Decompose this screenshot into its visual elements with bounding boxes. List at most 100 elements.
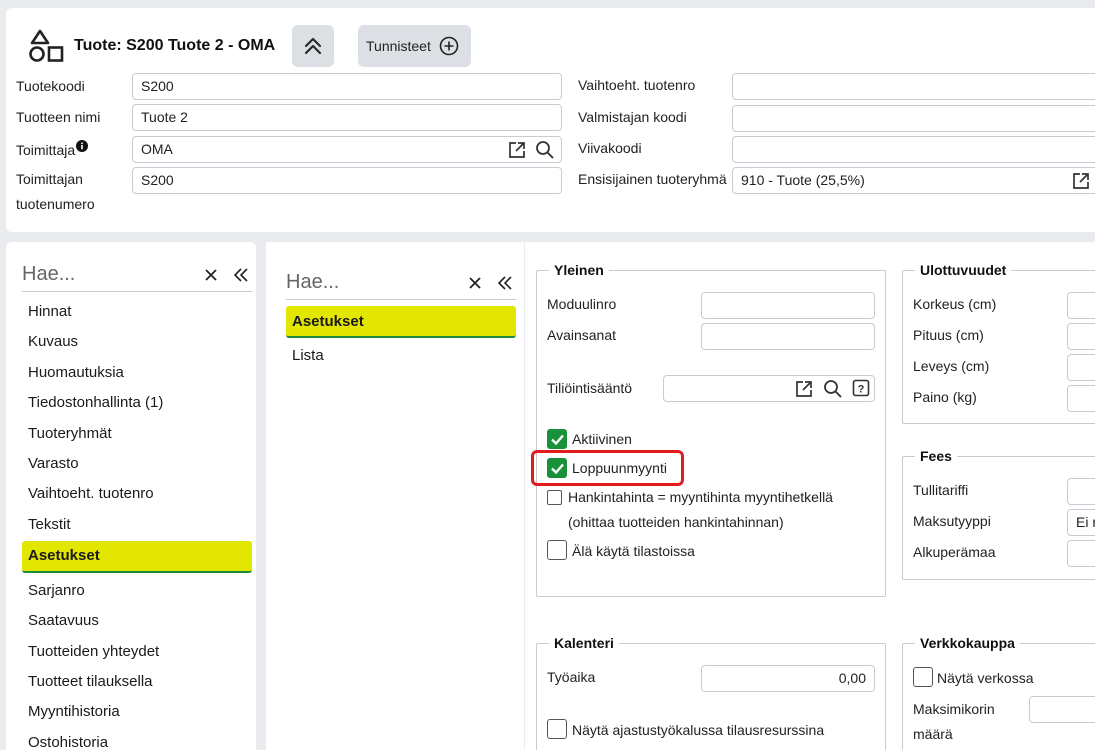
- nav-item-varasto[interactable]: Varasto: [22, 449, 252, 479]
- alkuperamaa-input[interactable]: [1067, 540, 1095, 567]
- tags-button[interactable]: Tunnisteet: [358, 25, 471, 67]
- ensisijainen-tuoteryhma-input[interactable]: 910 - Tuote (25,5%): [732, 167, 1095, 194]
- product-header: Tuote: S200 Tuote 2 - OMA Tunnisteet Tuo…: [6, 8, 1095, 232]
- clear-sub-search-button[interactable]: [464, 272, 486, 294]
- maksutyyppi-label: Maksutyyppi: [913, 513, 991, 529]
- settings-subnav: Hae... Asetukset Lista: [266, 242, 524, 750]
- search-icon[interactable]: [823, 379, 843, 399]
- nav-item-saatavuus[interactable]: Saatavuus: [22, 606, 252, 636]
- sub-search-input[interactable]: Hae...: [286, 271, 456, 294]
- tyoaika-label: Työaika: [547, 669, 596, 685]
- aktiivinen-label: Aktiivinen: [572, 431, 632, 447]
- tuotteen-nimi-input[interactable]: Tuote 2: [132, 104, 562, 131]
- pituus-input[interactable]: [1067, 323, 1095, 350]
- tuotekoodi-input[interactable]: S200: [132, 73, 562, 100]
- ulottuvuudet-legend: Ulottuvuudet: [920, 262, 1007, 278]
- nav-item-asetukset[interactable]: Asetukset: [22, 541, 252, 573]
- page-title: Tuote: S200 Tuote 2 - OMA: [74, 37, 276, 54]
- field-label-tuotenumero: tuotenumero: [16, 196, 95, 212]
- tilasto-label: Älä käytä tilastoissa: [572, 543, 695, 559]
- field-label-valmistajan-koodi: Valmistajan koodi: [578, 109, 687, 125]
- subnav-item-asetukset[interactable]: Asetukset: [286, 306, 516, 338]
- maksimikorin-label: Maksimikorin: [913, 701, 995, 717]
- nav-item-ostohistoria[interactable]: Ostohistoria: [22, 728, 252, 750]
- nav-item-tuoteryhmat[interactable]: Tuoteryhmät: [22, 419, 252, 449]
- collapse-header-button[interactable]: [292, 25, 334, 67]
- toimittajan-tuotenumero-input[interactable]: S200: [132, 167, 562, 194]
- open-external-icon[interactable]: [1071, 171, 1091, 191]
- settings-content: Yleinen Moduulinro Avainsanat Tiliöintis…: [525, 242, 1095, 750]
- field-label-ensisijainen-tuoteryhma: Ensisijainen tuoteryhmä: [578, 171, 727, 187]
- maksutyyppi-select[interactable]: Ei m: [1067, 509, 1095, 536]
- nav-item-tuotteet-tilauksella[interactable]: Tuotteet tilauksella: [22, 667, 252, 697]
- open-external-icon[interactable]: [794, 379, 814, 399]
- moduulinro-input[interactable]: [701, 292, 875, 319]
- search-icon[interactable]: [535, 140, 555, 160]
- leveys-input[interactable]: [1067, 354, 1095, 381]
- fees-legend: Fees: [920, 448, 952, 464]
- tullitariffi-label: Tullitariffi: [913, 482, 969, 498]
- info-icon[interactable]: [76, 140, 89, 152]
- nav-item-vaihtoeht-tuotenro[interactable]: Vaihtoeht. tuotenro: [22, 479, 252, 509]
- toimittaja-input[interactable]: OMA: [132, 136, 562, 163]
- leveys-label: Leveys (cm): [913, 358, 990, 374]
- open-external-icon[interactable]: [507, 140, 527, 160]
- tullitariffi-input[interactable]: [1067, 478, 1095, 505]
- double-chevron-left-icon: [233, 267, 248, 282]
- sub-search-row: Hae...: [286, 266, 516, 300]
- field-label-tuotekoodi: Tuotekoodi: [16, 78, 85, 94]
- viivakoodi-input[interactable]: [732, 136, 1095, 163]
- left-search-input[interactable]: Hae...: [22, 263, 192, 286]
- product-shapes-icon: [29, 29, 64, 62]
- help-icon[interactable]: ?: [852, 379, 870, 397]
- nayta-verkossa-checkbox[interactable]: [913, 667, 933, 687]
- nayta-verkossa-label: Näytä verkossa: [937, 670, 1034, 686]
- verkkokauppa-legend: Verkkokauppa: [920, 635, 1015, 651]
- nav-item-tekstit[interactable]: Tekstit: [22, 510, 252, 540]
- nav-item-myyntihistoria[interactable]: Myyntihistoria: [22, 697, 252, 727]
- collapse-nav-button[interactable]: [230, 264, 252, 286]
- ajastus-label: Näytä ajastustyökalussa tilausresurssina: [572, 722, 825, 738]
- field-label-toimittaja: Toimittaja: [16, 138, 89, 163]
- left-search-row: Hae...: [22, 258, 252, 292]
- nav-item-kuvaus[interactable]: Kuvaus: [22, 327, 252, 357]
- tilasto-checkbox[interactable]: [547, 540, 567, 560]
- close-icon: [469, 276, 481, 289]
- double-chevron-up-icon: [304, 37, 322, 55]
- title-row: Tuote: S200 Tuote 2 - OMA: [28, 24, 275, 68]
- clear-search-button[interactable]: [200, 264, 222, 286]
- toimittaja-value: OMA: [141, 141, 173, 157]
- kalenteri-legend: Kalenteri: [554, 635, 614, 651]
- ajastus-checkbox[interactable]: [547, 719, 567, 739]
- nav-item-tuotteiden-yhteydet[interactable]: Tuotteiden yhteydet: [22, 637, 252, 667]
- add-circle-icon: [439, 36, 459, 56]
- avainsanat-input[interactable]: [701, 323, 875, 350]
- valmistajan-koodi-input[interactable]: [732, 105, 1095, 132]
- tags-button-label: Tunnisteet: [366, 38, 431, 54]
- pituus-label: Pituus (cm): [913, 327, 984, 343]
- field-label-viivakoodi: Viivakoodi: [578, 140, 642, 156]
- loppuunmyynti-highlight: [531, 450, 684, 486]
- korkeus-input[interactable]: [1067, 292, 1095, 319]
- hankintahinta-checkbox[interactable]: [547, 490, 562, 505]
- aktiivinen-checkbox[interactable]: [547, 429, 567, 449]
- tyoaika-input[interactable]: 0,00: [701, 665, 875, 692]
- left-navigation: Hae... Hinnat Kuvaus Huomautuksia Tiedos…: [6, 242, 256, 750]
- nav-item-tiedostonhallinta[interactable]: Tiedostonhallinta (1): [22, 388, 252, 418]
- tiliointisaanto-input[interactable]: ?: [663, 375, 875, 402]
- double-chevron-left-icon: [497, 275, 512, 290]
- avainsanat-label: Avainsanat: [547, 327, 617, 343]
- close-icon: [205, 268, 217, 281]
- nav-item-huomautuksia[interactable]: Huomautuksia: [22, 358, 252, 388]
- maksimikorin-input[interactable]: [1029, 696, 1095, 723]
- paino-input[interactable]: [1067, 385, 1095, 412]
- tuoteryhma-value: 910 - Tuote (25,5%): [741, 172, 865, 188]
- vaihtoeht-tuotenro-input[interactable]: [732, 73, 1095, 100]
- collapse-subnav-button[interactable]: [494, 272, 516, 294]
- nav-item-hinnat[interactable]: Hinnat: [22, 297, 252, 327]
- yleinen-legend: Yleinen: [554, 262, 604, 278]
- subnav-item-lista[interactable]: Lista: [286, 340, 516, 372]
- korkeus-label: Korkeus (cm): [913, 296, 997, 312]
- hankintahinta-note: (ohittaa tuotteiden hankintahinnan): [568, 514, 784, 530]
- nav-item-sarjanro[interactable]: Sarjanro: [22, 576, 252, 606]
